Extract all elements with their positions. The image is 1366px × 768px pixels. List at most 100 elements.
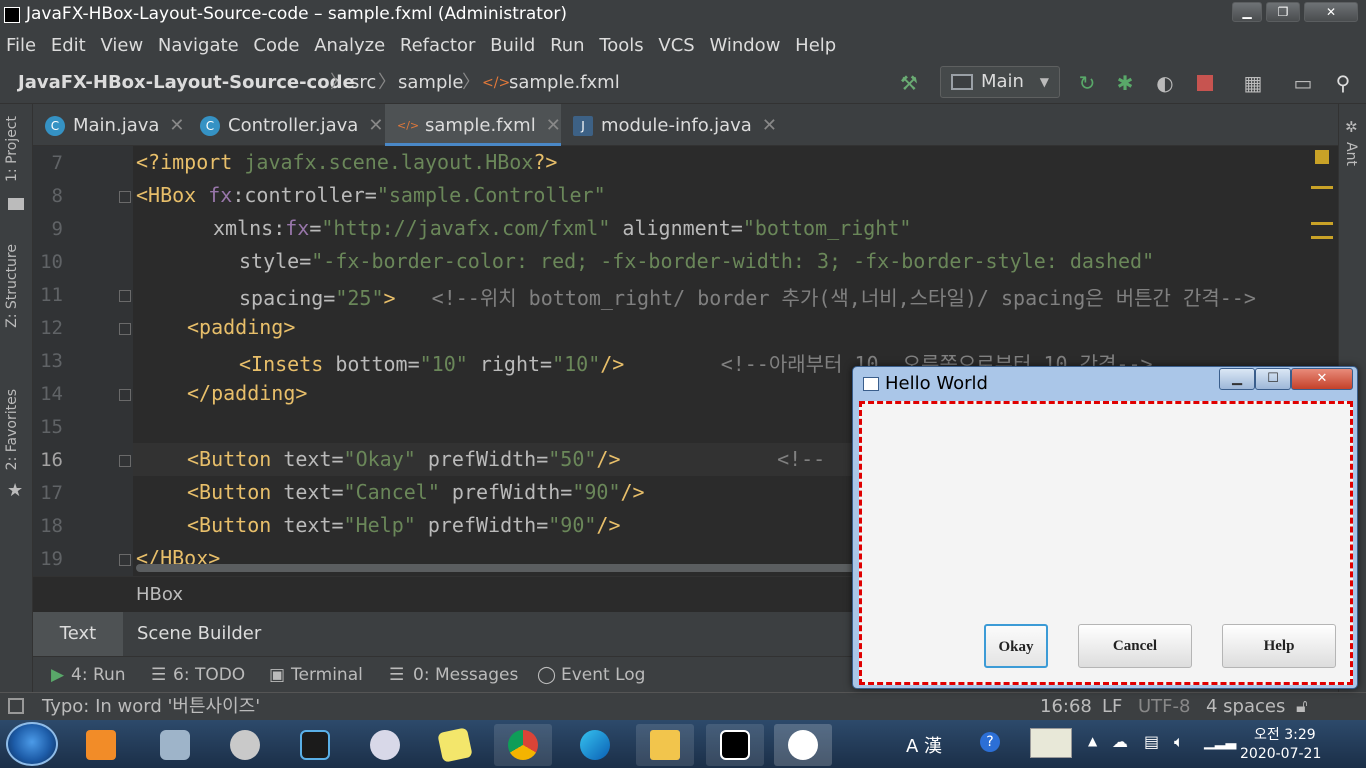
tab-sample-fxml[interactable]: </> sample.fxml ✕ — [385, 104, 561, 146]
volume-icon[interactable]: 🔈︎ — [1174, 732, 1184, 752]
clock-date[interactable]: 2020-07-21 — [1240, 746, 1321, 762]
tab-text[interactable]: Text — [33, 612, 123, 656]
stripe-mark[interactable] — [1311, 236, 1333, 239]
line-number: 10 — [40, 251, 63, 273]
file-encoding[interactable]: UTF-8 — [1138, 693, 1190, 721]
intellij-icon[interactable] — [706, 724, 764, 766]
maximize-button[interactable]: ❐ — [1266, 2, 1300, 22]
project-structure-icon[interactable]: ▦ — [1242, 72, 1264, 94]
close-tab-icon[interactable]: ✕ — [762, 115, 777, 136]
search-icon[interactable]: ⚲ — [1332, 72, 1354, 94]
device-icon[interactable]: ▤ — [1144, 732, 1159, 751]
breadcrumb-src[interactable]: src — [350, 62, 376, 104]
close-button[interactable]: ✕ — [1304, 2, 1358, 22]
dialog-title: Hello World — [885, 373, 988, 394]
xml-breadcrumb-hbox[interactable]: HBox — [136, 584, 183, 605]
handwriting-pad-icon[interactable] — [1030, 728, 1072, 758]
start-button[interactable] — [6, 722, 58, 766]
dialog-maximize-button[interactable]: ☐ — [1255, 368, 1291, 390]
menu-navigate[interactable]: Navigate — [158, 30, 239, 62]
java-app-icon[interactable] — [774, 724, 832, 766]
clock-time[interactable]: 오전 3:29 — [1254, 724, 1316, 744]
lock-icon[interactable]: 🔓︎ — [1296, 693, 1308, 721]
close-tab-icon[interactable]: ✕ — [546, 115, 561, 136]
close-tab-icon[interactable]: ✕ — [169, 115, 184, 136]
sticky-notes-icon[interactable] — [426, 724, 484, 766]
menu-code[interactable]: Code — [253, 30, 299, 62]
network-icon[interactable] — [146, 724, 204, 766]
debug-bug-icon[interactable]: ✱ — [1114, 72, 1136, 94]
stripe-mark[interactable] — [1311, 186, 1333, 189]
fold-marker[interactable] — [119, 290, 131, 302]
tool-event-log[interactable]: Event Log — [561, 657, 645, 693]
tools-icon[interactable] — [216, 724, 274, 766]
stripe-mark[interactable] — [1311, 222, 1333, 225]
menu-build[interactable]: Build — [490, 30, 535, 62]
breadcrumb-separator: 〉 — [462, 72, 480, 93]
file-explorer-icon[interactable] — [636, 724, 694, 766]
menu-tools[interactable]: Tools — [599, 30, 643, 62]
tab-controller-java[interactable]: C Controller.java ✕ — [188, 104, 383, 146]
status-message[interactable]: Typo: In word '버튼사이즈' — [42, 693, 260, 721]
help-button[interactable]: Help — [1222, 624, 1336, 668]
fold-marker[interactable] — [119, 323, 131, 335]
tab-main-java[interactable]: C Main.java ✕ — [33, 104, 185, 146]
tab-scene-builder[interactable]: Scene Builder — [137, 612, 261, 656]
menu-analyze[interactable]: Analyze — [314, 30, 385, 62]
help-icon[interactable]: ? — [980, 732, 1000, 752]
menu-file[interactable]: File — [6, 30, 36, 62]
warning-indicator-icon[interactable] — [1315, 150, 1329, 164]
edge-icon[interactable] — [566, 724, 624, 766]
app-icon[interactable] — [286, 724, 344, 766]
network-signal-icon[interactable]: ▁▂▃ — [1204, 734, 1236, 750]
code-line-12: <padding> — [187, 315, 296, 339]
cancel-button[interactable]: Cancel — [1078, 624, 1192, 668]
ant-tool-tab[interactable]: Ant — [1343, 142, 1359, 166]
snipping-tool-icon[interactable] — [356, 724, 414, 766]
menu-view[interactable]: View — [100, 30, 143, 62]
fold-marker[interactable] — [119, 554, 131, 566]
rerun-icon[interactable]: ↻ — [1076, 72, 1098, 94]
caret-position[interactable]: 16:68 — [1040, 693, 1092, 721]
menu-edit[interactable]: Edit — [51, 30, 86, 62]
menu-refactor[interactable]: Refactor — [400, 30, 476, 62]
tool-terminal[interactable]: Terminal — [291, 657, 363, 693]
menu-vcs[interactable]: VCS — [658, 30, 694, 62]
close-tab-icon[interactable]: ✕ — [368, 115, 383, 136]
okay-button[interactable]: Okay — [984, 624, 1048, 668]
tab-module-info-java[interactable]: J module-info.java ✕ — [561, 104, 777, 146]
window-icon[interactable]: ▭ — [1292, 72, 1314, 94]
breadcrumb-file[interactable]: sample.fxml — [509, 62, 620, 104]
tool-run[interactable]: 4: Run — [71, 657, 126, 693]
minimize-button[interactable]: ▁ — [1232, 2, 1262, 22]
favorites-tool-tab[interactable]: 2: Favorites — [4, 389, 20, 470]
line-separator[interactable]: LF — [1102, 693, 1122, 721]
run-config-select[interactable]: Main ▼ — [940, 66, 1060, 98]
chrome-icon[interactable] — [494, 724, 552, 766]
fold-marker[interactable] — [119, 191, 131, 203]
system-tray: A 漢 ? ▲ ☁ ▤ 🔈︎ ▁▂▃ 오전 3:29 2020-07-21 — [890, 720, 1366, 768]
menu-window[interactable]: Window — [709, 30, 780, 62]
indent-setting[interactable]: 4 spaces — [1206, 693, 1285, 721]
dialog-close-button[interactable]: ✕ — [1291, 368, 1353, 390]
menu-run[interactable]: Run — [550, 30, 585, 62]
menu-help[interactable]: Help — [795, 30, 836, 62]
status-toggle-icon[interactable] — [8, 698, 24, 714]
media-player-icon[interactable] — [72, 724, 130, 766]
ime-indicator[interactable]: A 漢 — [906, 732, 942, 758]
project-tool-tab[interactable]: 1: Project — [4, 116, 20, 182]
breadcrumb-project[interactable]: JavaFX-HBox-Layout-Source-code — [18, 62, 355, 104]
breadcrumb-package[interactable]: sample — [398, 62, 463, 104]
build-hammer-icon[interactable]: ⚒ — [898, 72, 920, 94]
structure-tool-tab[interactable]: Z: Structure — [4, 244, 20, 328]
fold-marker[interactable] — [119, 455, 131, 467]
tool-todo[interactable]: 6: TODO — [173, 657, 245, 693]
horizontal-scrollbar[interactable] — [136, 564, 866, 572]
weather-icon[interactable]: ☁ — [1112, 732, 1128, 751]
stop-icon[interactable] — [1194, 72, 1216, 94]
tool-messages[interactable]: 0: Messages — [413, 657, 518, 693]
coverage-icon[interactable]: ◐ — [1154, 72, 1176, 94]
dialog-minimize-button[interactable]: ▁ — [1219, 368, 1255, 390]
show-hidden-icons[interactable]: ▲ — [1088, 734, 1097, 748]
fold-marker[interactable] — [119, 389, 131, 401]
